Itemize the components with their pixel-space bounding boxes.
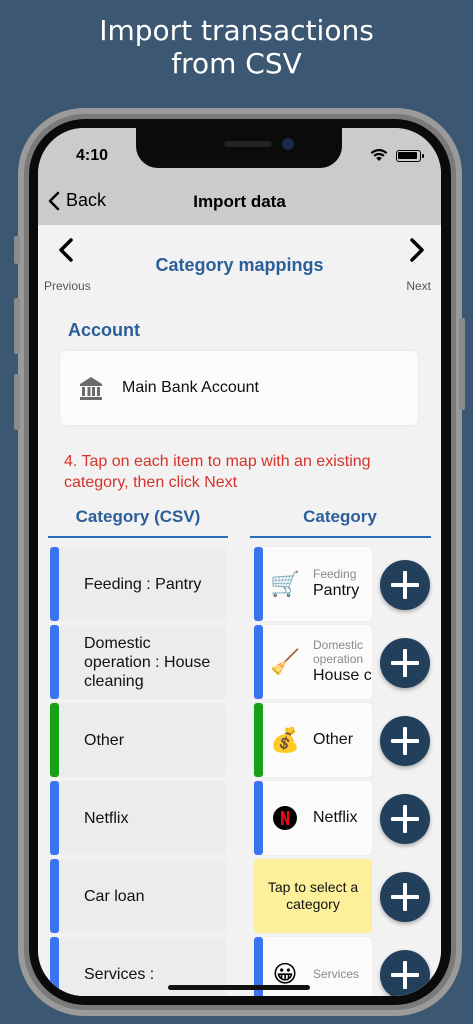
netflix-logo-icon (270, 803, 300, 833)
chevron-right-icon (391, 237, 431, 269)
csv-category-label: Feeding : Pantry (84, 575, 202, 593)
instruction-text: 4. Tap on each item to map with an exist… (64, 453, 371, 491)
marketing-headline: Import transactions from CSV (0, 14, 473, 80)
csv-color-bar (50, 781, 59, 855)
csv-column-header: Category (CSV) (75, 507, 201, 526)
mapping-row: Domestic operation : House cleaning 🧹 Dome… (38, 625, 441, 699)
category-label: Pantry (313, 582, 360, 599)
account-name: Main Bank Account (122, 379, 259, 396)
csv-category-label: Car loan (84, 887, 145, 905)
category-column-header: Category (303, 507, 377, 526)
shopping-cart-icon: 🛒 (270, 569, 300, 599)
category-column-underline (250, 536, 431, 538)
status-time: 4:10 (76, 147, 109, 164)
import-content: Previous Category mappings Next Account … (38, 225, 441, 996)
account-heading: Account (68, 320, 140, 340)
previous-label: Previous (44, 279, 91, 293)
chevron-left-icon (48, 191, 60, 210)
back-button[interactable]: Back (48, 190, 106, 211)
phone-screen: 4:10 Back Import data Previous Category … (38, 128, 441, 996)
csv-category-label: Other (84, 731, 125, 749)
csv-category-cell[interactable]: Domestic operation : House cleaning (50, 625, 226, 699)
category-label: Other (313, 731, 354, 748)
add-category-button[interactable] (380, 638, 430, 688)
category-text: Netflix (313, 781, 371, 855)
category-color-bar (254, 547, 263, 621)
csv-category-label: Services : (84, 965, 155, 983)
category-text: Feeding Pantry (313, 547, 371, 621)
select-category-cell[interactable]: Tap to select a category (254, 859, 372, 933)
mapping-row: Feeding : Pantry 🛒 Feeding Pantry (38, 547, 441, 621)
category-text: Services (313, 937, 371, 996)
wifi-icon (370, 148, 388, 161)
headline-line-2: from CSV (171, 47, 302, 80)
add-category-button[interactable] (380, 716, 430, 766)
category-glyph: 🛒 (270, 570, 300, 598)
csv-category-cell[interactable]: Feeding : Pantry (50, 547, 226, 621)
csv-category-cell[interactable]: Netflix (50, 781, 226, 855)
mapped-category-cell[interactable]: 🧹 Domestic operationHouse cleanin (254, 625, 372, 699)
category-glyph: 💰 (270, 726, 300, 754)
csv-color-bar (50, 937, 59, 996)
broom-icon: 🧹 (270, 647, 300, 677)
parent-category-label: Domestic operation (313, 638, 364, 666)
csv-category-label: Netflix (84, 809, 129, 827)
category-color-bar (254, 625, 263, 699)
home-indicator[interactable] (168, 985, 310, 990)
csv-color-bar (50, 625, 59, 699)
category-color-bar (254, 781, 263, 855)
add-category-button[interactable] (380, 794, 430, 844)
money-bag-icon: 💰 (270, 725, 300, 755)
mapped-category-cell[interactable]: 💰 Other (254, 703, 372, 777)
csv-color-bar (50, 703, 59, 777)
account-card[interactable]: Main Bank Account (60, 351, 418, 425)
section-title: Category mappings (155, 255, 324, 275)
parent-category-label: Services (313, 967, 360, 981)
mapping-row: Other 💰 Other (38, 703, 441, 777)
next-label: Next (406, 279, 431, 293)
add-category-button[interactable] (380, 950, 430, 996)
category-color-bar (254, 703, 263, 777)
category-label: House cleanin (313, 667, 371, 684)
phone-mute-switch (14, 236, 20, 264)
csv-category-label: Domestic operation : House cleaning (84, 634, 211, 690)
navigation-bar: Back Import data (38, 180, 441, 225)
mapping-row: Car loan Tap to select a category (38, 859, 441, 933)
mapped-category-cell[interactable]: Netflix (254, 781, 372, 855)
headline-line-1: Import transactions (99, 14, 374, 47)
csv-column-underline (48, 536, 228, 538)
battery-icon (396, 150, 424, 162)
csv-color-bar (50, 859, 59, 933)
category-glyph: 🧹 (270, 648, 300, 676)
parent-category-label: Feeding (313, 567, 357, 581)
category-text: Other (313, 703, 371, 777)
front-camera (282, 138, 294, 150)
mapping-row: Netflix Netflix (38, 781, 441, 855)
phone-volume-up (14, 298, 20, 354)
mapped-category-cell[interactable]: 🛒 Feeding Pantry (254, 547, 372, 621)
add-category-button[interactable] (380, 872, 430, 922)
earpiece-speaker (224, 141, 272, 147)
csv-category-cell[interactable]: Car loan (50, 859, 226, 933)
add-category-button[interactable] (380, 560, 430, 610)
category-label: Netflix (313, 809, 358, 826)
csv-category-cell[interactable]: Other (50, 703, 226, 777)
category-text: Domestic operationHouse cleanin (313, 625, 371, 699)
back-label: Back (66, 190, 107, 210)
next-button[interactable]: Next (391, 237, 431, 293)
bank-icon (80, 377, 102, 400)
csv-color-bar (50, 547, 59, 621)
phone-notch (136, 128, 342, 168)
phone-volume-down (14, 374, 20, 430)
phone-power-button (459, 318, 465, 410)
